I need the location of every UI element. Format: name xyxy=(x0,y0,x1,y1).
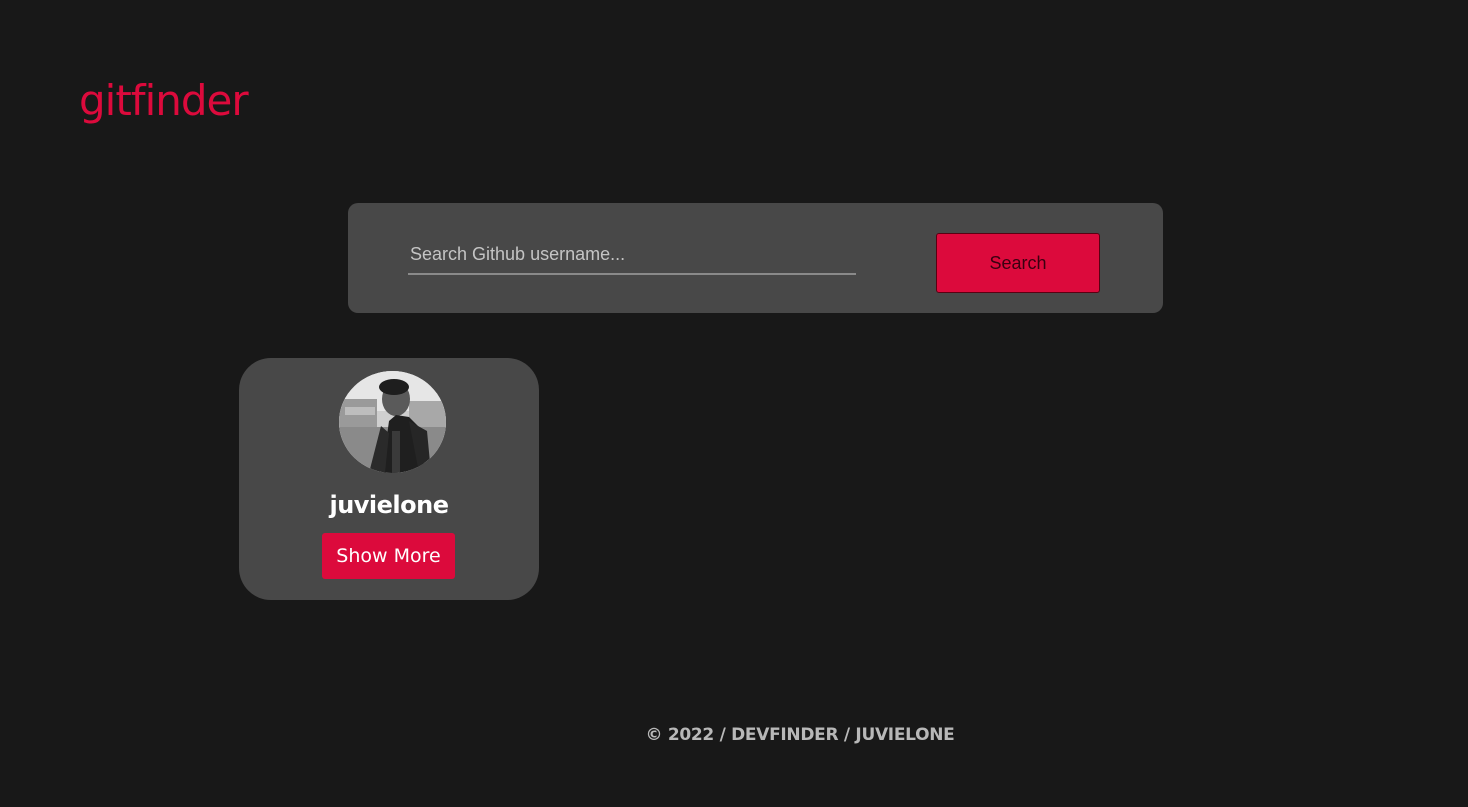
search-panel: Search xyxy=(348,203,1163,313)
avatar xyxy=(339,371,446,473)
search-button[interactable]: Search xyxy=(936,233,1100,293)
app-logo[interactable]: gitfinder xyxy=(79,76,249,125)
search-input[interactable] xyxy=(408,235,856,275)
footer-text: © 2022 / DEVFINDER / JUVIELONE xyxy=(645,725,955,745)
username[interactable]: juvielone xyxy=(239,491,539,519)
user-card: juvielone Show More xyxy=(239,358,539,600)
show-more-button[interactable]: Show More xyxy=(322,533,455,579)
